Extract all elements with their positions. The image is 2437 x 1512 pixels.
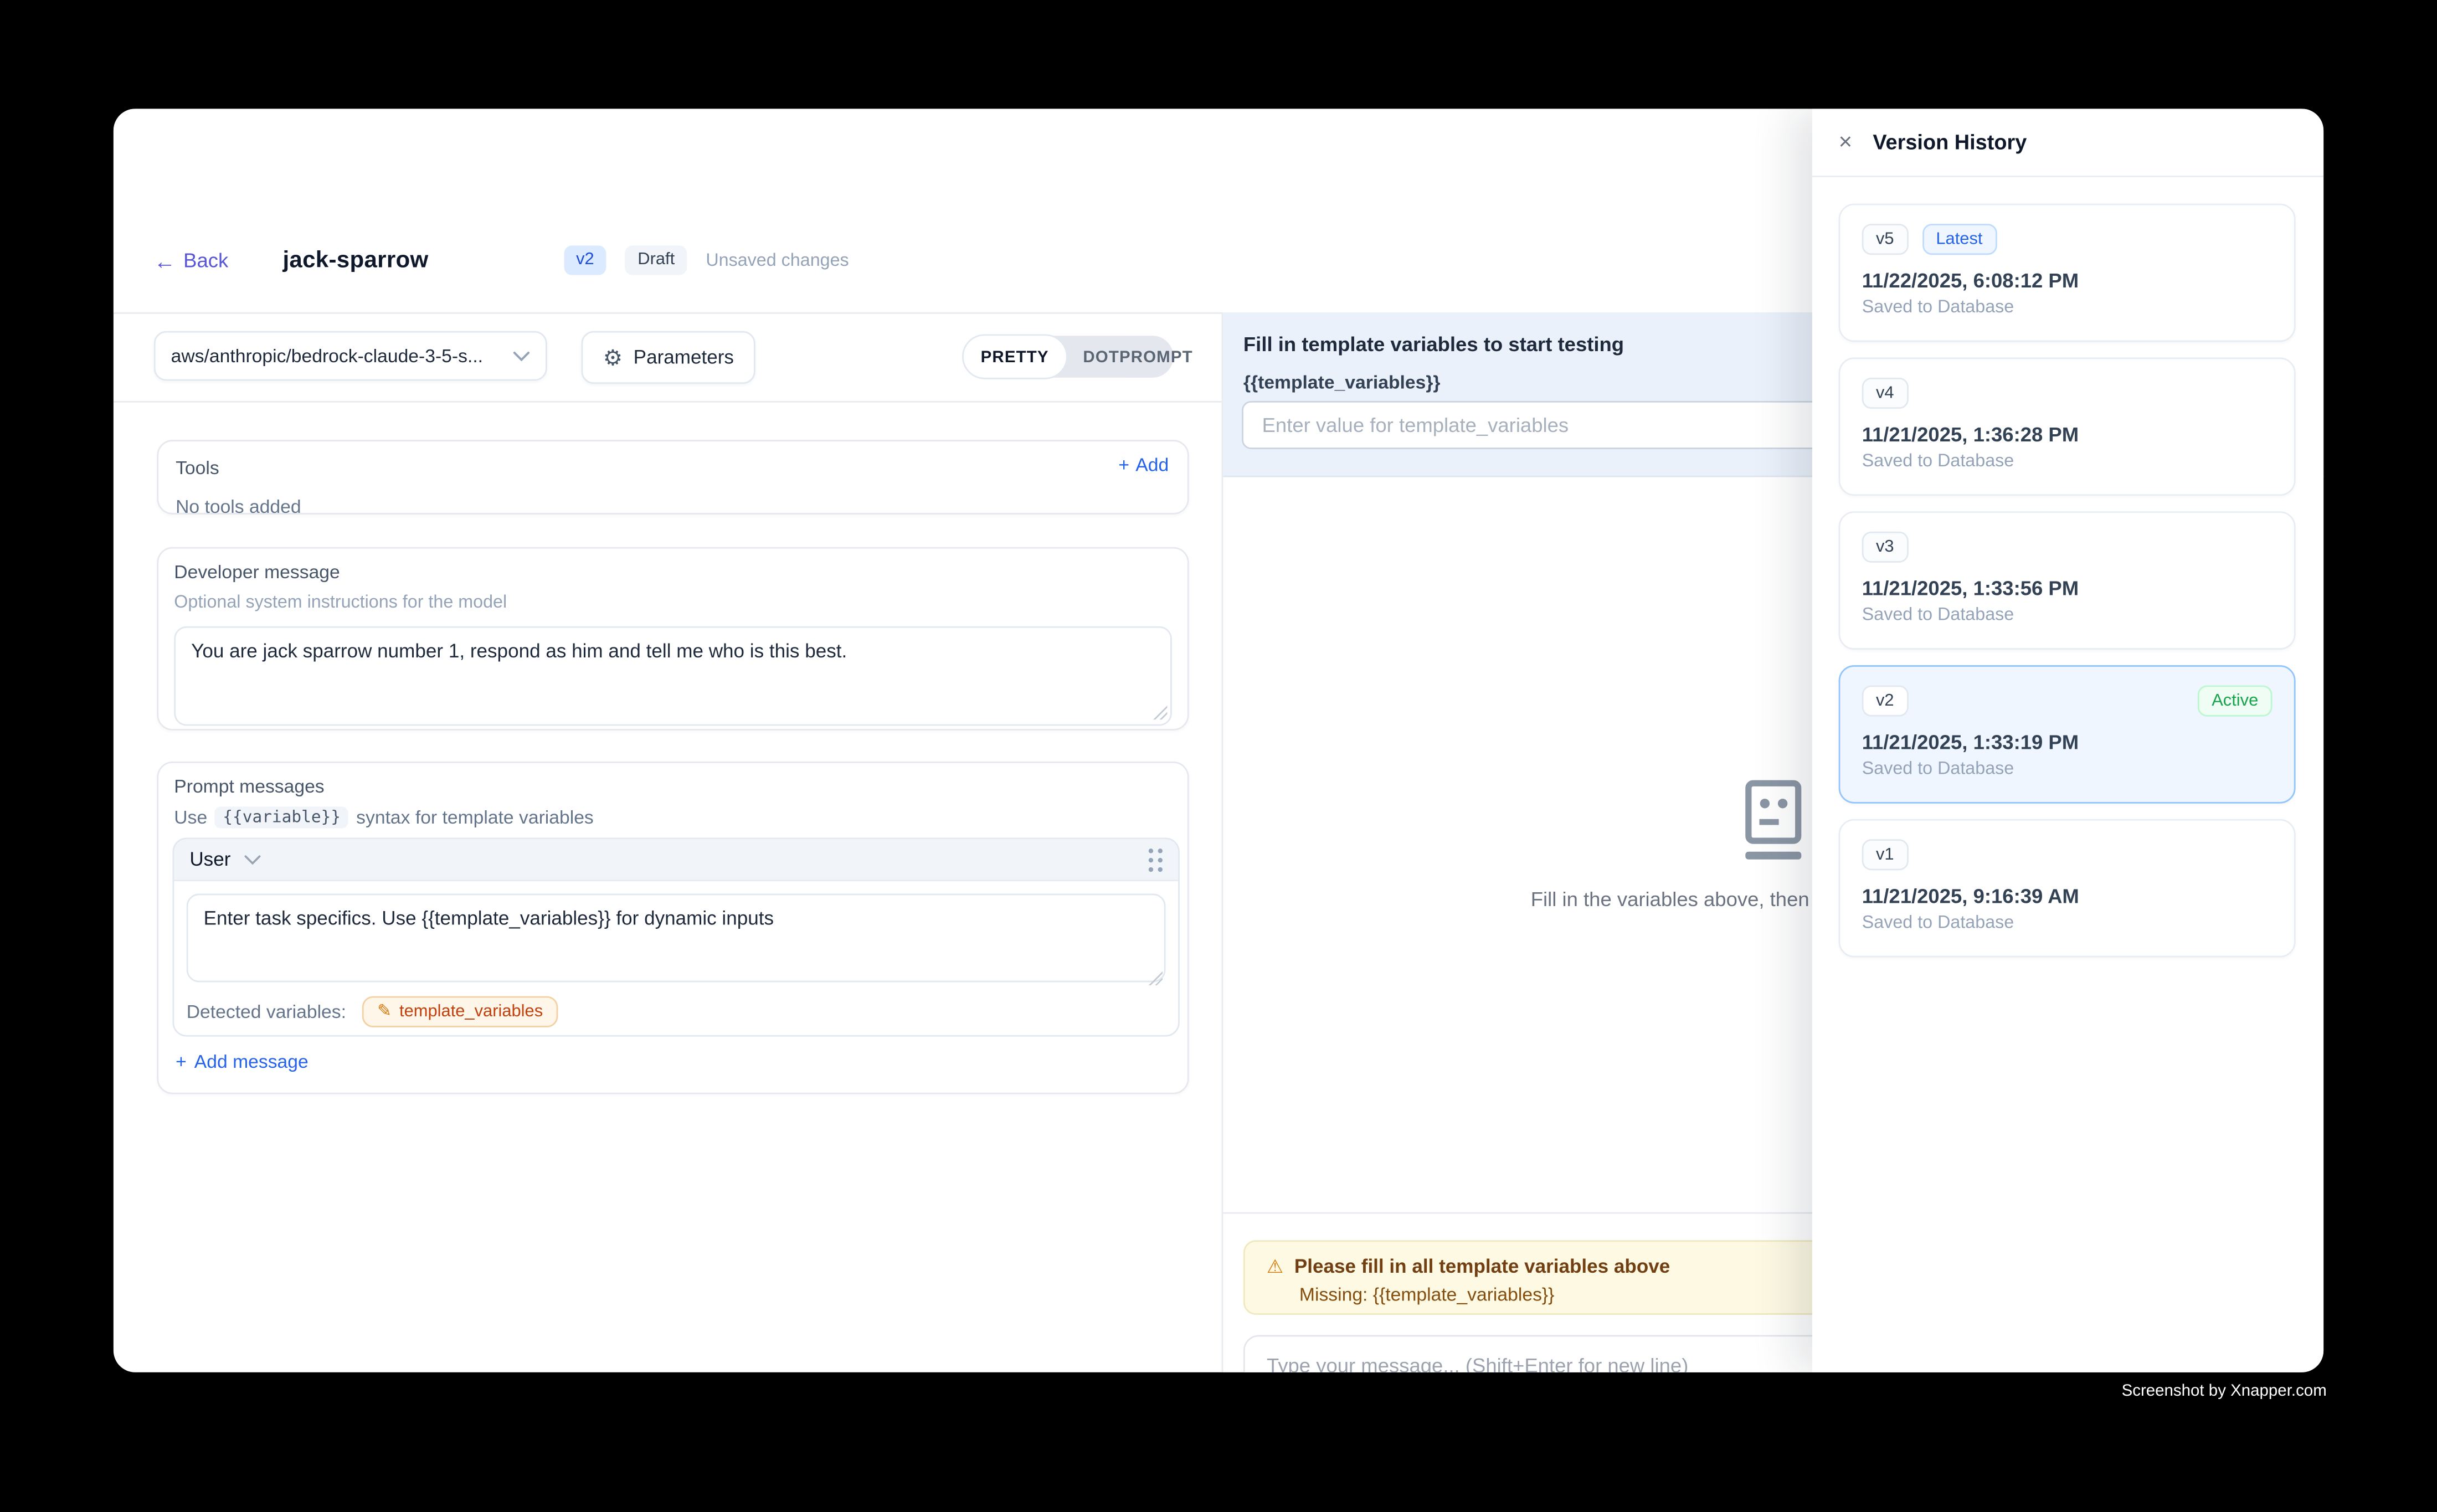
detected-variables-row: Detected variables: ✎ template_variables <box>187 996 558 1027</box>
version-timestamp: 11/22/2025, 6:08:12 PM <box>1862 269 2273 292</box>
version-chip-row: v2 Active <box>1862 685 2273 716</box>
add-tool-button[interactable]: + Add <box>1118 454 1169 475</box>
detected-variables-label: Detected variables: <box>187 1001 346 1022</box>
drag-handle-icon[interactable] <box>1149 848 1163 871</box>
plus-icon: + <box>176 1051 187 1072</box>
unsaved-changes-text: Unsaved changes <box>706 251 849 270</box>
user-message-input[interactable]: Enter task specifics. Use {{template_var… <box>187 894 1166 983</box>
version-card[interactable]: v1 11/21/2025, 9:16:39 AM Saved to Datab… <box>1839 819 2296 958</box>
toggle-pretty[interactable]: PRETTY <box>964 336 1066 378</box>
resize-grip-icon[interactable] <box>1147 970 1163 985</box>
version-card[interactable]: v5 Latest 11/22/2025, 6:08:12 PM Saved t… <box>1839 204 2296 342</box>
developer-message-input[interactable]: You are jack sparrow number 1, respond a… <box>174 626 1172 726</box>
version-timestamp: 11/21/2025, 1:33:56 PM <box>1862 577 2273 600</box>
page-title: jack-sparrow <box>282 247 428 274</box>
version-note: Saved to Database <box>1862 914 2273 933</box>
version-chip-row: v5 Latest <box>1862 224 2273 255</box>
prompt-editor-panel: Tools + Add No tools added Developer mes… <box>114 401 1222 1372</box>
hint-prefix: Use <box>174 806 207 828</box>
format-toggle: PRETTY DOTPROMPT <box>964 336 1174 378</box>
version-chip-row: v1 <box>1862 839 2273 870</box>
version-note: Saved to Database <box>1862 760 2273 779</box>
robot-icon <box>1737 778 1809 862</box>
tools-card: Tools + Add No tools added <box>157 440 1189 515</box>
variable-syntax-chip: {{variable}} <box>215 806 348 828</box>
version-state-badge: Active <box>2198 685 2273 716</box>
version-timestamp: 11/21/2025, 1:33:19 PM <box>1862 731 2273 754</box>
version-timestamp: 11/21/2025, 9:16:39 AM <box>1862 884 2273 908</box>
version-id-chip: v2 <box>1862 685 1908 716</box>
version-timestamp: 11/21/2025, 1:36:28 PM <box>1862 423 2273 446</box>
parameters-label: Parameters <box>634 347 734 368</box>
tools-empty-text: No tools added <box>176 496 1169 517</box>
parameters-button[interactable]: ⚙ Parameters <box>581 331 755 384</box>
version-note: Saved to Database <box>1862 452 2273 471</box>
back-button[interactable]: ← Back <box>154 249 228 272</box>
version-chip-row: v3 <box>1862 532 2273 563</box>
template-variable-label: {{template_variables}} <box>1243 372 1441 393</box>
tools-title: Tools <box>176 457 219 479</box>
version-id-chip: v1 <box>1862 839 1908 870</box>
detected-variable-name: template_variables <box>399 1002 543 1021</box>
version-history-title: Version History <box>1873 131 2027 154</box>
version-card[interactable]: v3 11/21/2025, 1:33:56 PM Saved to Datab… <box>1839 511 2296 650</box>
version-badge: v2 <box>564 245 607 275</box>
detected-variable-chip[interactable]: ✎ template_variables <box>362 996 558 1027</box>
version-history-header: × Version History <box>1812 109 2323 177</box>
plus-icon: + <box>1118 454 1129 475</box>
chevron-down-icon <box>513 351 530 362</box>
warning-title: Please fill in all template variables ab… <box>1294 1256 1670 1277</box>
version-chip-row: v4 <box>1862 378 2273 409</box>
resize-grip-icon[interactable] <box>1151 704 1167 719</box>
add-tool-label: Add <box>1135 454 1169 475</box>
watermark-text: Screenshot by Xnapper.com <box>2122 1382 2327 1401</box>
developer-message-title: Developer message <box>174 561 1172 583</box>
version-id-chip: v4 <box>1862 378 1908 409</box>
version-id-chip: v5 <box>1862 224 1908 255</box>
close-icon[interactable]: × <box>1839 131 1864 154</box>
prompt-messages-card: Prompt messages Use {{variable}} syntax … <box>157 762 1189 1094</box>
status-badge: Draft <box>625 245 687 275</box>
prompt-messages-title: Prompt messages <box>174 775 1172 797</box>
developer-message-card: Developer message Optional system instru… <box>157 547 1189 731</box>
message-role-value: User <box>189 848 230 870</box>
version-history-panel: × Version History v5 Latest 11/22/2025, … <box>1812 109 2323 1372</box>
warning-icon: ⚠ <box>1267 1257 1283 1276</box>
fill-variables-title: Fill in template variables to start test… <box>1243 333 1624 356</box>
chevron-down-icon <box>245 854 262 865</box>
toggle-dotprompt[interactable]: DOTPROMPT <box>1066 336 1210 378</box>
prompt-message-block: User Enter task specifics. Use {{templat… <box>172 837 1179 1036</box>
pencil-icon: ✎ <box>377 1003 392 1020</box>
version-state-badge: Latest <box>1922 224 1997 255</box>
editor-toolbar: aws/anthropic/bedrock-claude-3-5-s... ⚙ … <box>114 312 1222 401</box>
template-syntax-hint: Use {{variable}} syntax for template var… <box>174 806 1172 828</box>
version-note: Saved to Database <box>1862 299 2273 317</box>
screenshot-stage: ← Back jack-sparrow v2 Draft Unsaved cha… <box>0 0 2437 1512</box>
app-window: ← Back jack-sparrow v2 Draft Unsaved cha… <box>114 109 2323 1372</box>
back-label: Back <box>183 249 228 272</box>
model-selector-value: aws/anthropic/bedrock-claude-3-5-s... <box>171 345 513 367</box>
gear-icon: ⚙ <box>603 347 623 368</box>
hint-suffix: syntax for template variables <box>356 806 594 828</box>
add-message-button[interactable]: + Add message <box>176 1051 309 1072</box>
version-card[interactable]: v4 11/21/2025, 1:36:28 PM Saved to Datab… <box>1839 357 2296 496</box>
version-note: Saved to Database <box>1862 606 2273 625</box>
version-id-chip: v3 <box>1862 532 1908 563</box>
back-arrow-icon: ← <box>154 250 176 271</box>
add-message-label: Add message <box>194 1051 309 1072</box>
message-role-header[interactable]: User <box>174 839 1178 881</box>
version-list: v5 Latest 11/22/2025, 6:08:12 PM Saved t… <box>1839 204 2296 958</box>
model-selector[interactable]: aws/anthropic/bedrock-claude-3-5-s... <box>154 331 547 381</box>
developer-message-subtitle: Optional system instructions for the mod… <box>174 594 1172 613</box>
version-card[interactable]: v2 Active 11/21/2025, 1:33:19 PM Saved t… <box>1839 665 2296 804</box>
